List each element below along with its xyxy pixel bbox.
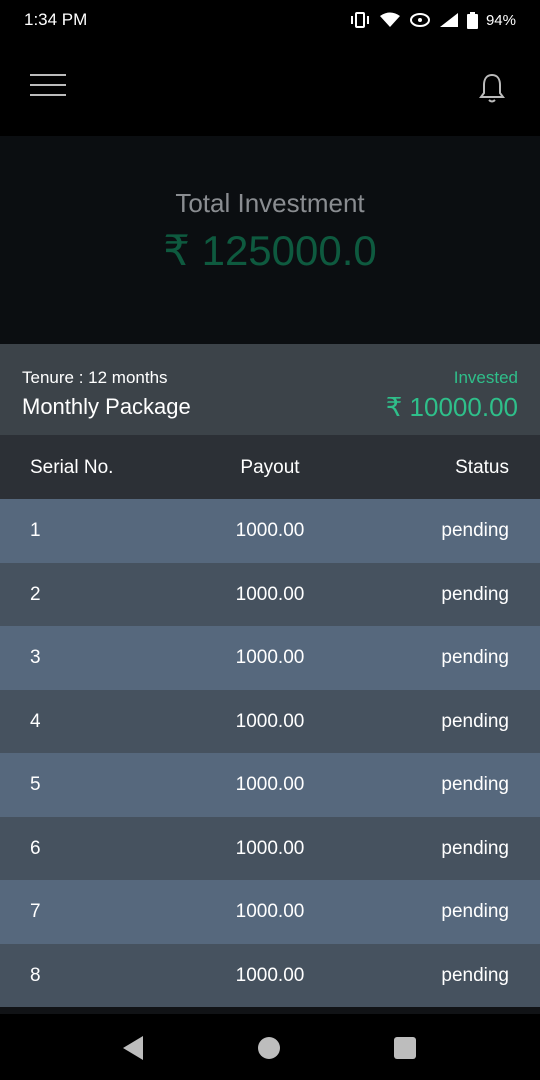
wifi-icon <box>379 12 400 27</box>
row-serial: 3 <box>30 647 41 668</box>
total-investment-amount: ₹ 125000.0 <box>163 227 377 274</box>
row-payout: 1000.00 <box>235 837 305 859</box>
row-payout: 1000.00 <box>235 774 305 795</box>
row-payout: 1000.00 <box>235 710 305 732</box>
row-payout: 1000.00 <box>235 964 305 986</box>
row-serial: 8 <box>30 964 41 986</box>
status-icons: 94% <box>349 11 516 29</box>
status-time: 1:34 PM <box>24 10 88 29</box>
row-status: pending <box>441 710 509 732</box>
total-investment-label: Total Investment <box>175 188 365 218</box>
row-serial: 7 <box>30 901 41 922</box>
payout-table-body: 1 1000.00 pending 2 1000.00 pending 3 10… <box>0 499 540 1007</box>
row-status: pending <box>441 774 509 795</box>
package-name: Monthly Package <box>22 394 191 419</box>
package-tenure: Tenure : 12 months <box>22 368 168 387</box>
status-bar: 1:34 PM 94% <box>0 0 540 40</box>
row-serial: 1 <box>30 520 41 541</box>
vibrate-icon <box>350 12 369 28</box>
table-row: 4 1000.00 pending <box>0 689 540 753</box>
system-nav-bar <box>0 1014 540 1080</box>
row-status: pending <box>441 837 509 859</box>
row-payout: 1000.00 <box>235 583 305 605</box>
app-bar <box>0 40 540 136</box>
row-status: pending <box>441 647 509 668</box>
row-serial: 4 <box>30 710 41 732</box>
row-serial: 5 <box>30 774 41 795</box>
invested-label: Invested <box>453 368 518 387</box>
bell-icon[interactable] <box>478 72 506 104</box>
row-status: pending <box>441 964 509 986</box>
table-row: 7 1000.00 pending <box>0 880 540 944</box>
header-serial: Serial No. <box>30 457 114 478</box>
row-status: pending <box>441 901 509 922</box>
circle-home-icon[interactable] <box>258 1037 280 1059</box>
table-row: 8 1000.00 pending <box>0 943 540 1007</box>
table-row: 1 1000.00 pending <box>0 499 540 563</box>
header-payout: Payout <box>240 457 300 478</box>
row-payout: 1000.00 <box>235 901 305 922</box>
row-serial: 6 <box>30 837 41 859</box>
payout-table-header: Serial No. Payout Status <box>0 435 540 499</box>
cell-signal-icon <box>439 13 458 27</box>
package-summary: Tenure : 12 months Monthly Package Inves… <box>0 344 540 435</box>
row-payout: 1000.00 <box>235 520 305 541</box>
header-status: Status <box>455 457 509 478</box>
row-status: pending <box>441 520 509 541</box>
battery-icon <box>466 11 478 29</box>
invested-amount: ₹ 10000.00 <box>385 392 518 422</box>
table-row: 2 1000.00 pending <box>0 562 540 626</box>
row-status: pending <box>441 583 509 605</box>
triangle-back-icon[interactable] <box>122 1035 144 1061</box>
table-row: 5 1000.00 pending <box>0 753 540 817</box>
total-investment-card: Total Investment ₹ 125000.0 <box>0 136 540 344</box>
square-recents-icon[interactable] <box>394 1037 416 1059</box>
hotspot-icon <box>409 13 430 27</box>
table-row: 3 1000.00 pending <box>0 626 540 690</box>
row-payout: 1000.00 <box>235 647 305 668</box>
battery-percent: 94% <box>485 11 516 29</box>
hamburger-menu-icon[interactable] <box>30 74 66 102</box>
row-serial: 2 <box>30 583 41 605</box>
table-row: 6 1000.00 pending <box>0 816 540 880</box>
